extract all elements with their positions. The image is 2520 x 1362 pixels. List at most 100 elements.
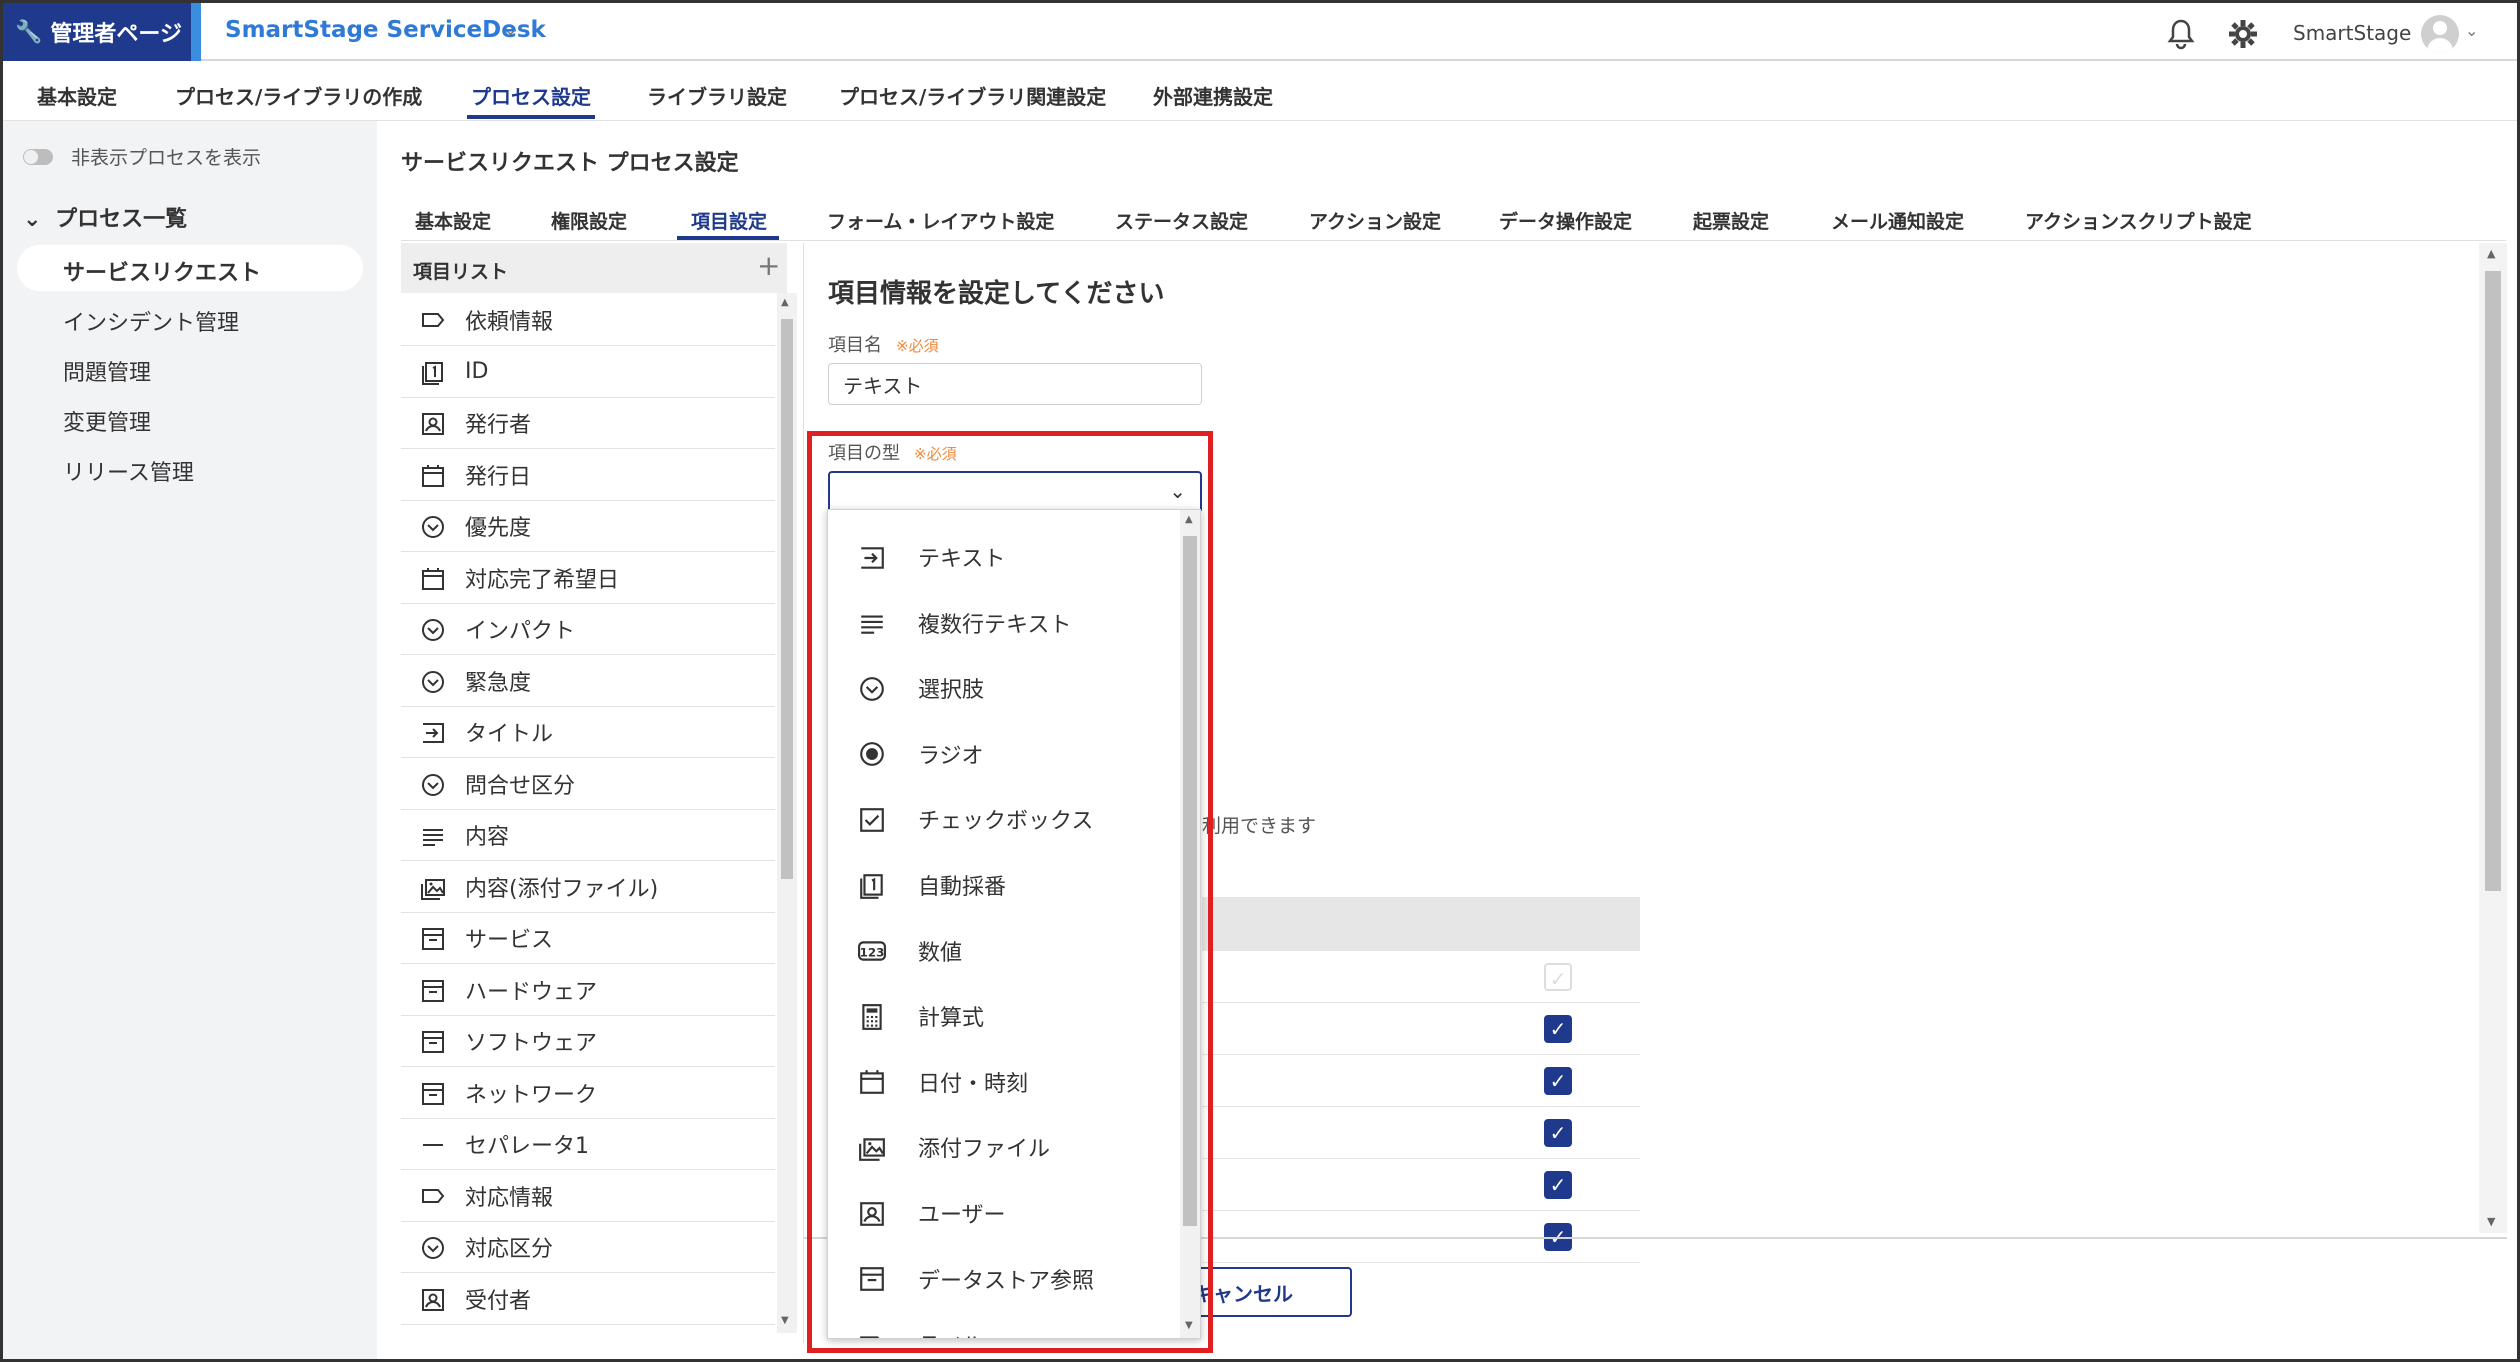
scroll-up-icon[interactable]: ▲ — [2487, 247, 2495, 260]
tab-ticket[interactable]: 起票設定 — [1693, 207, 1769, 234]
list-item[interactable]: 内容 — [401, 810, 775, 861]
list-item-label: 受付者 — [465, 1288, 532, 1314]
add-item-icon[interactable]: + — [757, 249, 780, 282]
list-item[interactable]: タイトル — [401, 707, 775, 758]
item-name-input[interactable]: テキスト — [828, 363, 1202, 405]
label-icon — [415, 306, 451, 334]
header: 🔧 管理者ページ SmartStage ServiceDesk ⌄ SmartS… — [3, 3, 2517, 61]
tab-form-layout[interactable]: フォーム・レイアウト設定 — [827, 207, 1054, 234]
sidebar: 非表示プロセスを表示 ⌄ プロセス一覧 サービスリクエスト インシデント管理 問… — [3, 121, 377, 1359]
datastore-icon — [415, 1079, 451, 1107]
list-item[interactable]: 問合せ区分 — [401, 759, 775, 810]
user-icon — [415, 1285, 451, 1313]
scroll-thumb[interactable] — [781, 319, 793, 879]
list-item[interactable]: 対応完了希望日 — [401, 553, 775, 604]
select-icon — [415, 667, 451, 695]
list-item[interactable]: 依頼情報 — [401, 295, 775, 346]
process-list-heading[interactable]: ⌄ プロセス一覧 — [23, 201, 187, 233]
datastore-icon — [415, 1027, 451, 1055]
sidebar-item-release[interactable]: リリース管理 — [63, 455, 194, 487]
list-item[interactable]: 対応情報 — [401, 1171, 775, 1222]
scroll-down-icon[interactable]: ▼ — [781, 1315, 789, 1326]
tab-action-script[interactable]: アクションスクリプト設定 — [2025, 207, 2252, 234]
toggle-label: 非表示プロセスを表示 — [71, 147, 262, 169]
hidden-process-toggle-row[interactable]: 非表示プロセスを表示 — [23, 143, 261, 170]
user-name[interactable]: SmartStage — [2293, 21, 2411, 45]
gear-icon[interactable] — [2227, 15, 2259, 50]
checkbox[interactable]: ✓ — [1544, 1015, 1572, 1043]
chevron-down-icon[interactable]: ⌄ — [2465, 21, 2478, 40]
app-name[interactable]: SmartStage ServiceDesk — [225, 17, 546, 43]
nav-external-settings[interactable]: 外部連携設定 — [1153, 81, 1273, 110]
list-item-label: 対応情報 — [465, 1185, 554, 1211]
table-header — [1202, 897, 1640, 951]
item-name-label-text: 項目名 — [828, 335, 882, 356]
select-icon — [415, 615, 451, 643]
list-item-label: 問合せ区分 — [465, 773, 576, 799]
tab-data-operation[interactable]: データ操作設定 — [1499, 207, 1632, 234]
tab-mail-notification[interactable]: メール通知設定 — [1831, 207, 1964, 234]
top-navigation: 基本設定 プロセス/ライブラリの作成 プロセス設定 ライブラリ設定 プロセス/ラ… — [3, 63, 2517, 121]
avatar[interactable] — [2421, 15, 2459, 53]
datastore-icon — [415, 924, 451, 952]
nav-library-settings[interactable]: ライブラリ設定 — [647, 81, 787, 110]
item-list-header: 項目リスト + — [401, 243, 787, 293]
bell-icon[interactable] — [2167, 15, 2195, 50]
tab-basic[interactable]: 基本設定 — [415, 207, 491, 234]
admin-page-label: 管理者ページ — [50, 22, 182, 47]
list-item[interactable]: 内容(添付ファイル) — [401, 862, 775, 913]
list-item-label: ネットワーク — [465, 1082, 598, 1108]
list-item-label: セパレータ1 — [465, 1134, 589, 1159]
tab-active-underline — [677, 236, 779, 240]
list-item[interactable]: 対応区分 — [401, 1222, 775, 1273]
list-item-label: 緊急度 — [465, 670, 532, 696]
list-item[interactable]: セパレータ1 — [401, 1119, 775, 1170]
nav-process-settings[interactable]: プロセス設定 — [471, 81, 591, 110]
checkbox[interactable]: ✓ — [1544, 1171, 1572, 1199]
list-item[interactable]: 受付者 — [401, 1274, 775, 1325]
form-title: 項目情報を設定してください — [828, 279, 1165, 309]
sidebar-item-service-request[interactable]: サービスリクエスト — [63, 255, 261, 287]
list-item[interactable]: インパクト — [401, 604, 775, 655]
nav-basic-settings[interactable]: 基本設定 — [37, 81, 117, 110]
list-item[interactable]: 発行者 — [401, 398, 775, 449]
sidebar-item-incident[interactable]: インシデント管理 — [63, 305, 239, 337]
list-item-label: 発行者 — [465, 413, 532, 438]
list-item[interactable]: 発行日 — [401, 450, 775, 501]
admin-page-badge[interactable]: 🔧 管理者ページ — [3, 3, 191, 61]
tab-permission[interactable]: 権限設定 — [551, 207, 627, 234]
list-item-label: 対応完了希望日 — [465, 567, 620, 593]
hidden-process-toggle[interactable] — [23, 148, 53, 165]
list-item-label: 優先度 — [465, 516, 532, 541]
tab-item-settings[interactable]: 項目設定 — [691, 207, 767, 234]
nav-related-settings[interactable]: プロセス/ライブラリ関連設定 — [839, 81, 1106, 110]
scroll-up-icon[interactable]: ▲ — [781, 297, 789, 308]
nav-process-library-create[interactable]: プロセス/ライブラリの作成 — [175, 81, 422, 110]
list-item[interactable]: ソフトウェア — [401, 1016, 775, 1067]
chevron-down-icon: ⌄ — [23, 207, 42, 232]
list-item[interactable]: ネットワーク — [401, 1068, 775, 1119]
list-item-label: 内容 — [465, 825, 510, 850]
chevron-down-icon[interactable]: ⌄ — [503, 19, 518, 40]
list-item-label: ハードウェア — [465, 979, 598, 1005]
list-item[interactable]: サービス — [401, 913, 775, 964]
checkbox[interactable]: ✓ — [1544, 1119, 1572, 1147]
datastore-icon — [415, 976, 451, 1004]
list-item[interactable]: ID — [401, 347, 775, 398]
table-row — [1202, 951, 1640, 1003]
checkbox[interactable]: ✓ — [1544, 1067, 1572, 1095]
scroll-down-icon[interactable]: ▼ — [2487, 1215, 2495, 1228]
tab-status[interactable]: ステータス設定 — [1115, 207, 1248, 234]
tab-action[interactable]: アクション設定 — [1309, 207, 1441, 234]
checkbox: ✓ — [1544, 963, 1572, 991]
item-list-scrollbar[interactable]: ▲ ▼ — [777, 293, 797, 1333]
form-scrollbar[interactable]: ▲ ▼ — [2479, 243, 2507, 1233]
sidebar-item-change[interactable]: 変更管理 — [63, 405, 151, 437]
list-item[interactable]: 優先度 — [401, 501, 775, 552]
list-item-label: タイトル — [465, 722, 554, 747]
app-window: 🔧 管理者ページ SmartStage ServiceDesk ⌄ SmartS… — [0, 0, 2520, 1362]
list-item[interactable]: ハードウェア — [401, 965, 775, 1016]
sidebar-item-problem[interactable]: 問題管理 — [63, 355, 151, 387]
list-item[interactable]: 緊急度 — [401, 656, 775, 707]
scroll-thumb[interactable] — [2485, 271, 2501, 891]
